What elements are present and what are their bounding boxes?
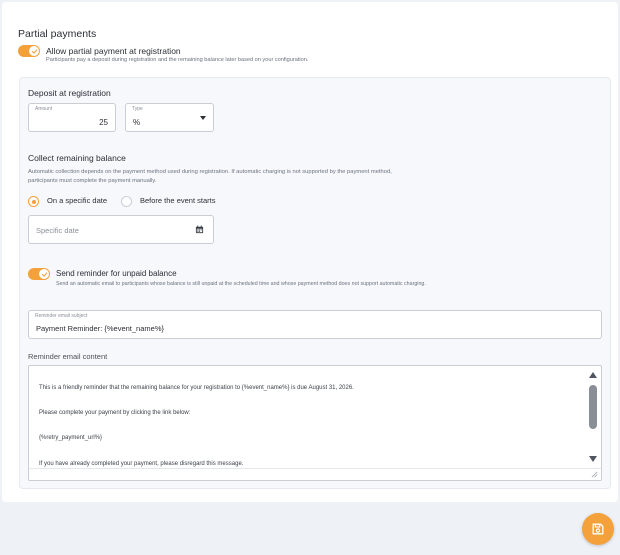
- scroll-up-icon[interactable]: [589, 372, 597, 378]
- scroll-down-icon[interactable]: [589, 456, 597, 462]
- partial-payment-label: Allow partial payment at registration: [46, 46, 181, 56]
- check-icon: [39, 269, 49, 279]
- radio-specific-date[interactable]: [28, 196, 39, 207]
- partial-payment-help: Participants pay a deposit during regist…: [46, 57, 309, 63]
- reminder-label: Send reminder for unpaid balance: [56, 269, 177, 278]
- settings-card: Partial payments Allow partial payment a…: [2, 2, 618, 502]
- editor-paragraph: {%retry_payment_url%}: [39, 435, 103, 441]
- editor-scrollbar[interactable]: [586, 367, 600, 466]
- editor-paragraph: If you have already completed your payme…: [39, 461, 244, 467]
- section-title: Partial payments: [18, 28, 97, 40]
- reminder-toggle[interactable]: [28, 268, 50, 280]
- collect-description: Automatic collection depends on the paym…: [28, 169, 392, 185]
- partial-payment-toggle[interactable]: [18, 45, 40, 57]
- radio-before-event[interactable]: [121, 196, 132, 207]
- editor-paragraph: Please complete your payment by clicking…: [39, 410, 191, 416]
- radio-specific-date-label[interactable]: On a specific date: [47, 196, 107, 205]
- save-icon: [592, 523, 604, 535]
- radio-before-event-label[interactable]: Before the event starts: [140, 196, 215, 205]
- reminder-subject-value: Payment Reminder: {%event_name%}: [36, 324, 164, 333]
- caret-down-icon: [200, 116, 206, 120]
- amount-value: 25: [99, 118, 108, 127]
- reminder-subject-input[interactable]: Reminder email subject Payment Reminder:…: [28, 310, 602, 339]
- type-label: Type: [132, 106, 143, 112]
- type-value: %: [133, 118, 141, 127]
- amount-field[interactable]: Amount 25: [28, 103, 116, 132]
- save-button[interactable]: [582, 513, 614, 545]
- reminder-help: Send an automatic email to participants …: [56, 281, 426, 287]
- scroll-thumb[interactable]: [589, 385, 597, 429]
- type-select[interactable]: Type %: [125, 103, 214, 132]
- check-icon: [29, 46, 39, 56]
- reminder-content-label: Reminder email content: [28, 352, 108, 361]
- collect-heading: Collect remaining balance: [28, 153, 126, 163]
- calendar-icon[interactable]: [195, 225, 204, 234]
- reminder-subject-label: Reminder email subject: [35, 313, 88, 319]
- editor-footer: [29, 468, 601, 480]
- deposit-heading: Deposit at registration: [28, 88, 111, 98]
- specific-date-input[interactable]: Specific date: [28, 215, 214, 244]
- amount-label: Amount: [35, 106, 53, 112]
- specific-date-placeholder: Specific date: [36, 226, 79, 235]
- resize-handle-icon[interactable]: [591, 471, 598, 478]
- editor-paragraph: This is a friendly reminder that the rem…: [39, 385, 354, 391]
- partial-payment-panel: Deposit at registration Amount 25 Type %…: [19, 77, 611, 489]
- reminder-content-editor[interactable]: This is a friendly reminder that the rem…: [28, 365, 602, 481]
